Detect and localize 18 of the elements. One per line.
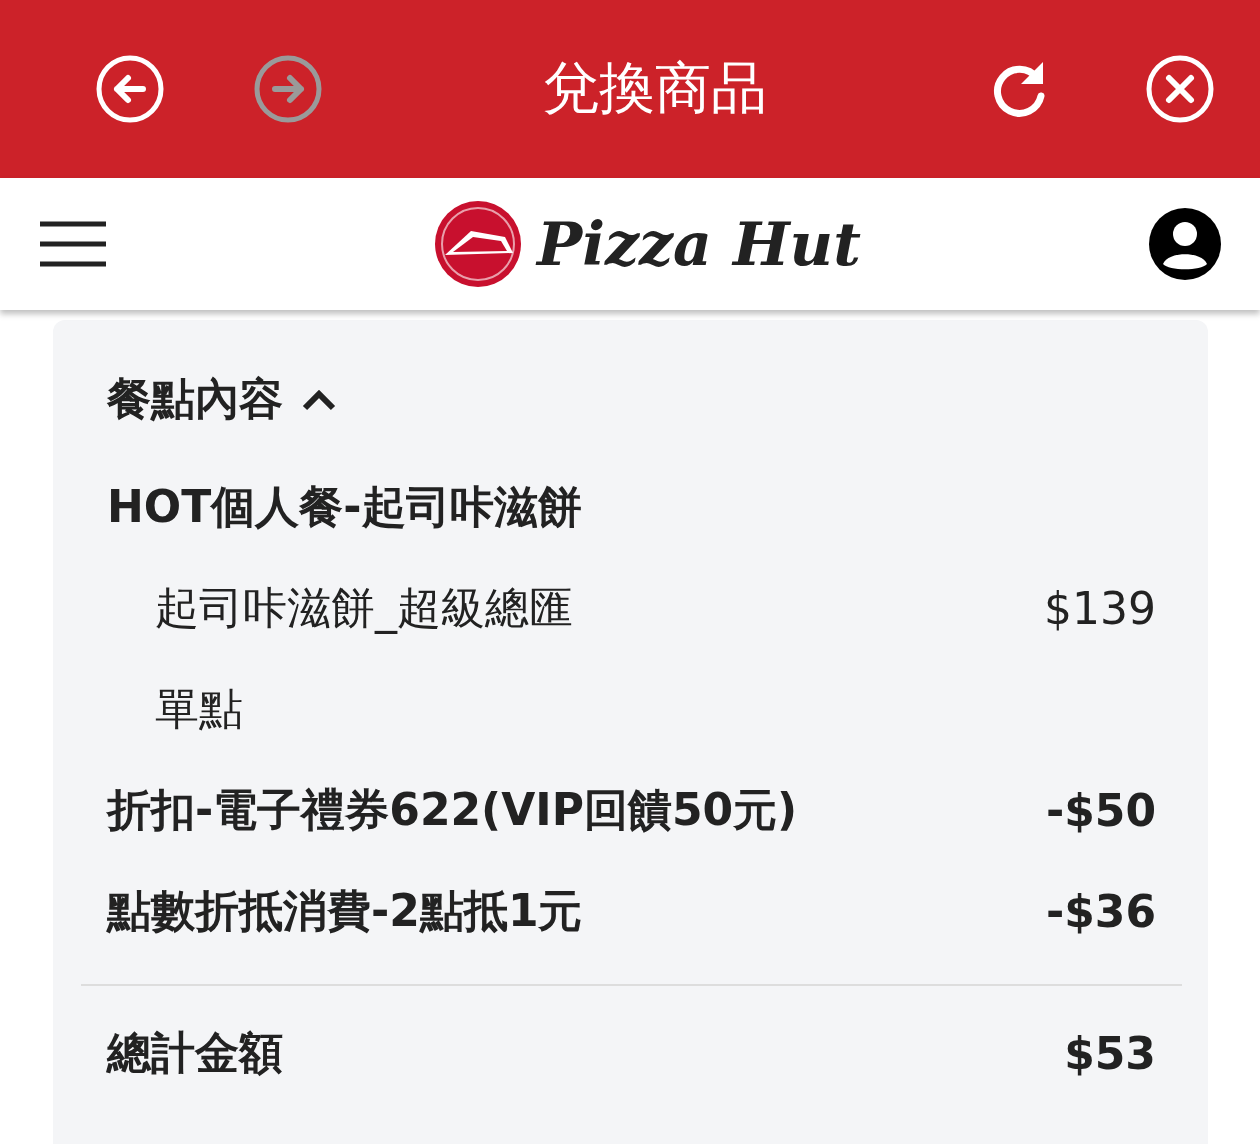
account-icon[interactable] [1148,207,1222,281]
item-price: $139 [1044,583,1156,634]
section-toggle[interactable]: 餐點內容 [107,370,337,429]
menu-icon[interactable] [40,221,106,267]
item-price: -$36 [1045,886,1156,937]
total-amount: $53 [1064,1027,1156,1079]
logo-icon [433,199,524,289]
item-name: 單點 [155,682,243,736]
close-icon[interactable] [1145,54,1215,124]
item-price: -$50 [1045,785,1156,836]
item-name: 起司咔滋餅_超級總匯 [155,581,573,636]
item-name: 點數折抵消費-2點抵1元 [107,884,583,938]
page-title: 兌換商品 [543,54,767,122]
item-name: HOT個人餐-起司咔滋餅 [107,480,582,534]
back-icon[interactable] [95,54,165,124]
logo-wordmark: Pizza Hut [537,209,861,279]
item-name: 折扣-電子禮券622(VIP回饋50元) [107,783,798,837]
total-label: 總計金額 [107,1025,283,1080]
